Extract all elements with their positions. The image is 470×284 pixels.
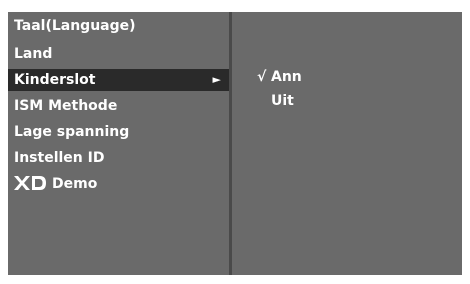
menu-item-set-id[interactable]: Instellen ID <box>8 147 229 169</box>
option-label: Ann <box>271 69 302 85</box>
menu-item-demo[interactable]: Demo <box>8 173 229 195</box>
option-label: Uit <box>271 93 294 109</box>
menu-item-child-lock[interactable]: Kinderslot ► <box>8 69 229 91</box>
menu-item-ism-method[interactable]: ISM Methode <box>8 95 229 117</box>
submenu-arrow-icon: ► <box>212 73 221 86</box>
menu-item-label: Instellen ID <box>14 150 105 166</box>
menu-item-label: Kinderslot <box>14 72 96 88</box>
main-menu-panel: Taal(Language) Land Kinderslot ► ISM Met… <box>8 12 229 275</box>
menu-item-label: Lage spanning <box>14 124 130 140</box>
menu-item-label: Demo <box>52 176 98 192</box>
menu-item-country[interactable]: Land <box>8 43 229 65</box>
menu-item-label: ISM Methode <box>14 98 118 114</box>
menu-item-label: Land <box>14 46 53 62</box>
option-on[interactable]: √ Ann <box>257 67 302 87</box>
option-off[interactable]: Uit <box>257 91 294 111</box>
menu-item-label: Taal(Language) <box>14 18 136 34</box>
xd-logo-icon <box>14 176 46 190</box>
menu-item-low-power[interactable]: Lage spanning <box>8 121 229 143</box>
checkmark-icon: √ <box>257 69 267 85</box>
menu-item-language[interactable]: Taal(Language) <box>8 15 229 37</box>
submenu-panel: √ Ann Uit <box>232 12 462 275</box>
osd-menu-window: Taal(Language) Land Kinderslot ► ISM Met… <box>8 12 462 275</box>
